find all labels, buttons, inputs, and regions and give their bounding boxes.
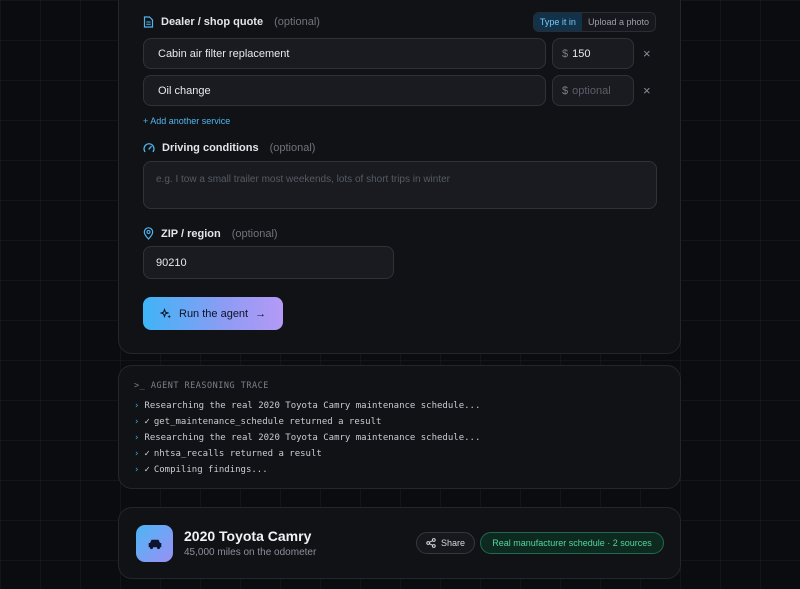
price-input-1-value: 150 [572,47,591,60]
location-pin-icon [143,227,154,240]
trace-line-text: get_maintenance_schedule returned a resu… [153,417,382,427]
trace-line: › Researching the real 2020 Toyota Camry … [134,398,480,414]
driving-label-text: Driving conditions [162,142,259,154]
share-label: Share [440,538,466,548]
run-agent-label: Run the agent [179,307,249,320]
arrow-right-icon: → [255,307,267,320]
currency-symbol: $ [562,84,569,97]
quote-label-text: Dealer / shop quote [161,16,264,28]
caret-icon: › [134,433,140,443]
car-avatar [136,525,173,562]
trace-line: › Researching the real 2020 Toyota Camry … [134,430,480,446]
service-input-2[interactable]: Oil change [143,75,546,106]
input-form-card: Dealer / shop quote (optional) Type it i… [118,0,681,354]
trace-line: › ✓ nhtsa_recalls returned a result [134,446,480,462]
service-input-2-value: Oil change [158,84,211,97]
trace-line-text: Researching the real 2020 Toyota Camry m… [144,433,481,443]
quote-input-mode-toggle: Type it in Upload a photo [532,12,656,32]
zip-optional: (optional) [231,227,278,240]
caret-icon: › [134,449,140,459]
upload-photo-tab[interactable]: Upload a photo [581,13,655,31]
price-input-2[interactable]: $ optional [552,75,634,106]
quote-label: Dealer / shop quote (optional) [143,16,320,28]
type-it-in-tab[interactable]: Type it in [533,13,582,31]
share-button[interactable]: Share [416,532,475,554]
remove-row-1-icon[interactable]: × [643,47,651,60]
check-icon: ✓ [144,449,150,459]
service-input-1-value: Cabin air filter replacement [158,47,290,60]
document-icon [143,16,154,28]
price-input-2-placeholder: optional [572,84,611,97]
trace-line-text: Compiling findings... [153,465,268,475]
vehicle-title: 2020 Toyota Camry [184,528,312,544]
zip-label-text: ZIP / region [161,227,221,240]
vehicle-mileage: 45,000 miles on the odometer [184,547,317,558]
driving-conditions-textarea[interactable]: e.g. I tow a small trailer most weekends… [143,161,657,209]
check-icon: ✓ [144,417,150,427]
gauge-icon [143,143,155,153]
trace-lines: › Researching the real 2020 Toyota Camry … [134,398,480,478]
quote-optional: (optional) [274,16,320,28]
run-agent-button[interactable]: Run the agent → [143,297,283,330]
currency-symbol: $ [562,47,569,60]
sparkles-icon [160,307,171,318]
price-input-1[interactable]: $ 150 [552,38,634,69]
driving-conditions-placeholder: e.g. I tow a small trailer most weekends… [156,174,450,185]
zip-input[interactable]: 90210 [143,246,394,279]
zip-input-value: 90210 [156,256,187,269]
caret-icon: › [134,465,140,475]
driving-label: Driving conditions (optional) [143,142,315,154]
zip-label: ZIP / region (optional) [143,227,278,240]
remove-row-2-icon[interactable]: × [643,84,651,97]
car-icon [148,539,161,549]
trace-line: › ✓ get_maintenance_schedule returned a re… [134,414,480,430]
trace-line-text: nhtsa_recalls returned a result [153,449,322,459]
source-badge: Real manufacturer schedule · 2 sources [480,532,664,554]
caret-icon: › [134,417,140,427]
driving-optional: (optional) [269,142,316,154]
service-input-1[interactable]: Cabin air filter replacement [143,38,546,69]
check-icon: ✓ [144,465,150,475]
share-icon [426,538,436,548]
vehicle-summary-card: 2020 Toyota Camry 45,000 miles on the od… [118,507,681,579]
trace-line-text: Researching the real 2020 Toyota Camry m… [144,401,481,411]
reasoning-trace-card: >_ AGENT REASONING TRACE › Researching th… [118,365,681,489]
add-service-link[interactable]: + Add another service [143,116,230,126]
trace-title: >_ AGENT REASONING TRACE [134,381,269,391]
trace-line: › ✓ Compiling findings... [134,462,480,478]
caret-icon: › [134,401,140,411]
